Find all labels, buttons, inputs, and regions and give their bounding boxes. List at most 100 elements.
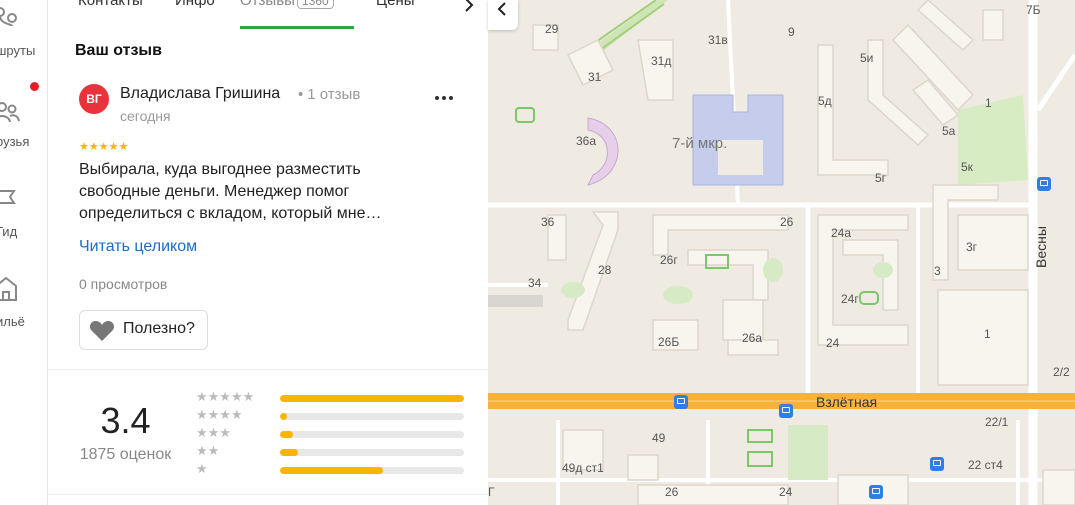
rating-distribution-row: ★★★★★ [196,389,466,406]
map-building-label: 34 [528,276,542,290]
read-more-link[interactable]: Читать целиком [79,238,197,256]
avatar[interactable]: ВГ [79,84,109,114]
bus-stop-icon[interactable] [779,404,793,418]
rail-label-guide: Гид [0,224,18,239]
distribution-stars: ★★ [196,443,220,458]
map-building-label: 31д [651,54,672,68]
divider [48,369,488,370]
map-building-label: 24г [841,292,859,306]
heart-icon [89,320,115,341]
map-building-label: 9 [788,25,795,39]
rail-label-routes: шруты [0,43,36,58]
distribution-bar-track [280,449,464,456]
views-count: 0 просмотров [79,276,168,292]
rating-value: 3.4 [100,400,151,441]
distribution-bar-track [280,413,464,420]
notification-dot [30,82,39,91]
map-building-label: 26 [780,215,794,229]
bus-stop-icon[interactable] [930,457,944,471]
map-building-label: 28 [598,263,612,277]
map-building-label: 1 [984,327,991,341]
org-panel: Контакты Инфо Отзывы 1360 Цены Ваш отзыв … [48,0,488,505]
map-building-label: 5и [860,51,874,65]
map-building-label: 26а [742,331,763,345]
tab-reviews-count: 1360 [296,0,334,9]
tab-info[interactable]: Инфо [175,0,215,9]
distribution-stars: ★ [196,461,208,476]
map-building-label: 31 [588,70,602,84]
distribution-bar-track [280,431,464,438]
tab-contacts[interactable]: Контакты [78,0,143,9]
map-building-label: 31в [708,33,728,47]
chevron-right-icon[interactable] [454,0,484,18]
routes-icon [0,7,17,27]
map-building-label: 5к [961,160,973,174]
rating-distribution-row: ★ [196,461,466,478]
distribution-bar-fill [280,395,464,402]
map-building-label: 26Б [658,335,680,349]
separator-dot: • [298,86,304,103]
map-building-label: 49д ст1 [562,461,604,475]
friends-icon [0,102,20,123]
rating-distribution-row: ★★★ [196,425,466,442]
more-options-icon[interactable] [432,88,456,108]
author-review-count-text: 1 отзыв [307,86,361,103]
rating-distribution-row: ★★★★ [196,407,466,424]
tab-prices[interactable]: Цены [376,0,415,9]
rail-label-friends: рузья [0,134,30,149]
map-building-label: 22 ст4 [968,458,1003,472]
guide-flag-icon [0,190,16,204]
map-building-label: 26г [660,253,678,267]
map-building-label: 3г [966,240,978,254]
tab-reviews-label: Отзывы [240,0,295,9]
map-street-label: Весны [1033,226,1049,268]
map-view[interactable]: 29 31 31д 31в 9 7Б 5и 5д 1 5а 5к 5г 36а … [488,0,1075,505]
map-building-label: 5а [942,124,956,138]
map-building-label: 24 [826,336,840,350]
housing-icon [0,276,17,301]
useful-label: Полезно? [123,320,195,337]
tab-bar: Контакты Инфо Отзывы 1360 Цены [48,0,488,30]
distribution-stars: ★★★★ [196,407,243,422]
useful-button[interactable]: Полезно? [79,310,208,350]
tab-active-underline [240,26,354,29]
map-building-label: 36 [541,215,555,229]
distribution-bar-fill [280,467,384,474]
map-district-label: 7-й мкр. [672,135,728,152]
rating-distribution-row: ★★ [196,443,466,460]
your-review-title: Ваш отзыв [75,42,162,59]
map-building-label: 7Б [1026,3,1041,17]
map-building-label: 24а [831,226,852,240]
distribution-bar-fill [280,449,299,456]
map-building-label: Г [488,485,495,499]
tab-reviews[interactable]: Отзывы 1360 [240,0,334,9]
distribution-stars: ★★★ [196,425,231,440]
map-building-label: 5г [875,171,887,185]
distribution-stars: ★★★★★ [196,389,255,404]
map-building-label: 22/1 [985,415,1009,429]
author-review-count: • 1 отзыв [298,86,360,103]
distribution-bar-fill [280,413,288,420]
map-building-label: 26 [665,485,679,499]
distribution-bar-fill [280,431,293,438]
map-building-label: 36а [576,134,597,148]
map-building-label: 3 [934,264,941,278]
review-author[interactable]: Владислава Гришина [120,85,280,103]
bus-stop-icon[interactable] [674,395,688,409]
chevron-left-icon [497,2,506,16]
map-building-label: 2/2 [1053,365,1070,379]
side-rail: шруты рузья Гид ильё [0,0,48,505]
collapse-panel-button[interactable] [488,0,518,30]
bus-stop-icon[interactable] [869,485,883,499]
map-street-label: Взлётная [816,394,878,410]
review-date: сегодня [120,108,171,124]
map-canvas[interactable] [488,0,1075,505]
review-stars: ★★★★★ [79,141,129,153]
divider [48,494,488,495]
map-building-label: 24 [779,485,793,499]
map-building-label: 49 [652,431,666,445]
rating-total: 1875 оценок [79,446,172,463]
bus-stop-icon[interactable] [1037,177,1051,191]
review-text: Выбирала, куда выгоднее разместить свобо… [79,161,382,222]
map-building-label: 29 [545,22,559,36]
